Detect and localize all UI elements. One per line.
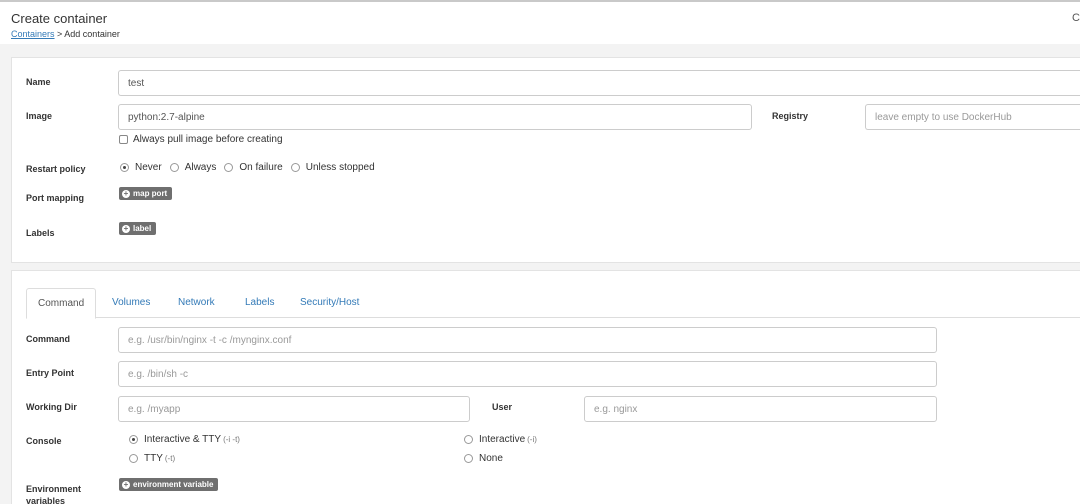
always-pull-checkbox[interactable] xyxy=(119,135,128,144)
map-port-button[interactable]: + map port xyxy=(119,187,173,200)
console-interactive-option[interactable]: Interactive (-i) xyxy=(464,434,537,445)
restart-on-failure-option[interactable]: On failure xyxy=(224,162,283,173)
console-tty-radio[interactable] xyxy=(129,454,138,463)
console-none-label: None xyxy=(479,453,503,464)
registry-label: Registry xyxy=(772,111,809,121)
user-label: User xyxy=(492,402,513,412)
settings-tabs: Command Volumes Network Labels Security/… xyxy=(26,288,1080,319)
restart-policy-label: Restart policy xyxy=(26,164,86,174)
restart-on-failure-label: On failure xyxy=(239,162,283,173)
add-environment-variable-button[interactable]: + environment variable xyxy=(119,478,219,491)
restart-unless-stopped-label: Unless stopped xyxy=(305,162,375,173)
console-none-option[interactable]: None xyxy=(464,453,503,464)
port-mapping-label: Port mapping xyxy=(26,193,84,203)
console-interactive-label: Interactive xyxy=(479,434,526,445)
restart-policy-group: Never Always On failure Unless stopped xyxy=(120,162,383,173)
working-dir-label: Working Dir xyxy=(26,402,77,412)
image-input[interactable] xyxy=(118,104,752,130)
console-it-radio[interactable] xyxy=(129,435,138,444)
registry-input[interactable] xyxy=(865,104,1080,130)
console-it-option[interactable]: Interactive & TTY (-i -t) xyxy=(129,434,240,445)
map-port-button-label: map port xyxy=(133,189,168,198)
console-it-hint: (-i -t) xyxy=(223,435,240,444)
entry-point-label: Entry Point xyxy=(26,368,75,378)
entry-point-input[interactable] xyxy=(118,361,937,387)
breadcrumb-containers-link[interactable]: Containers xyxy=(11,29,55,39)
restart-unless-stopped-option[interactable]: Unless stopped xyxy=(290,162,375,173)
console-interactive-radio[interactable] xyxy=(464,435,473,444)
console-tty-hint: (-t) xyxy=(164,454,176,463)
tab-network[interactable]: Network xyxy=(167,288,226,318)
labels-label: Labels xyxy=(26,228,55,238)
tab-security-host[interactable]: Security/Host xyxy=(289,288,370,318)
tab-labels[interactable]: Labels xyxy=(234,288,285,318)
add-environment-variable-label: environment variable xyxy=(133,480,214,489)
restart-never-option[interactable]: Never xyxy=(120,162,162,173)
breadcrumb: Containers > Add container xyxy=(11,29,120,39)
console-label: Console xyxy=(26,436,62,446)
page-title: Create container xyxy=(11,11,108,26)
container-settings-panel: Name Image Registry Always pull image be… xyxy=(11,57,1080,263)
restart-always-radio[interactable] xyxy=(169,163,179,172)
restart-always-label: Always xyxy=(184,162,217,173)
name-input[interactable] xyxy=(118,70,1080,96)
console-it-label: Interactive & TTY xyxy=(144,434,222,445)
always-pull-row[interactable]: Always pull image before creating xyxy=(119,134,283,145)
restart-always-option[interactable]: Always xyxy=(169,162,217,173)
tab-volumes[interactable]: Volumes xyxy=(101,288,161,318)
image-label: Image xyxy=(26,111,53,121)
advanced-settings-panel: Command Volumes Network Labels Security/… xyxy=(11,270,1080,504)
breadcrumb-current: > Add container xyxy=(54,29,120,39)
always-pull-label: Always pull image before creating xyxy=(133,134,283,145)
working-dir-input[interactable] xyxy=(118,396,470,422)
add-label-button[interactable]: + label xyxy=(119,222,157,235)
console-tty-option[interactable]: TTY (-t) xyxy=(129,453,175,464)
restart-unless-stopped-radio[interactable] xyxy=(290,163,300,172)
console-tty-label: TTY xyxy=(144,453,163,464)
command-input[interactable] xyxy=(118,327,937,353)
plus-circle-icon: + xyxy=(122,223,130,233)
plus-circle-icon: + xyxy=(122,188,130,198)
env-variables-label: Environment variables xyxy=(26,484,82,504)
console-interactive-hint: (-i) xyxy=(527,435,537,444)
user-input[interactable] xyxy=(584,396,937,422)
page-header: Create container Containers > Add contai… xyxy=(0,2,1080,44)
tab-command[interactable]: Command xyxy=(26,288,97,319)
console-none-radio[interactable] xyxy=(464,454,473,463)
command-label: Command xyxy=(26,334,71,344)
refresh-icon[interactable]: C xyxy=(1072,12,1080,24)
add-label-button-label: label xyxy=(133,224,152,233)
restart-on-failure-radio[interactable] xyxy=(224,163,234,172)
plus-circle-icon: + xyxy=(122,479,130,489)
restart-never-label: Never xyxy=(135,162,162,173)
name-label: Name xyxy=(26,77,51,87)
restart-never-radio[interactable] xyxy=(120,163,129,172)
